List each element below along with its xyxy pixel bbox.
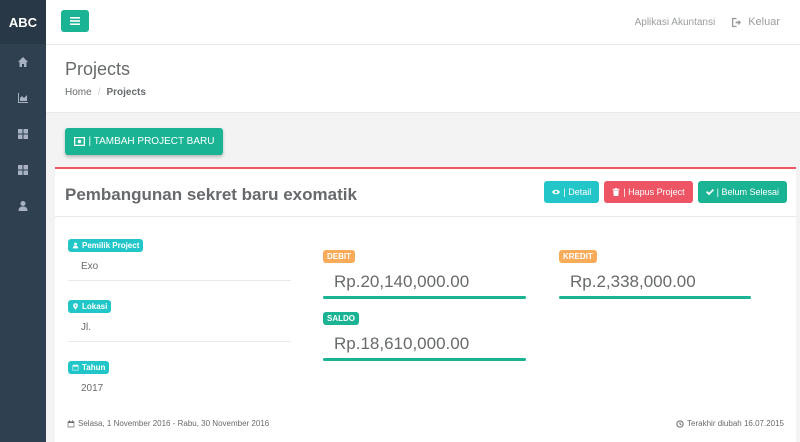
sidebar-item-chart[interactable]	[0, 80, 46, 116]
user-icon	[72, 242, 79, 249]
sidebar: ABC	[0, 0, 46, 442]
trash-icon	[612, 188, 620, 196]
owner-value: Exo	[81, 261, 99, 272]
credit-badge: KREDIT	[559, 250, 597, 263]
breadcrumb: Home / Projects	[65, 87, 800, 98]
debit-bar	[323, 296, 526, 299]
top-navbar: Aplikasi Akuntansi Keluar	[46, 0, 800, 45]
credit-bar	[559, 296, 751, 299]
sign-out-icon	[732, 17, 742, 27]
page-title: Projects	[65, 59, 131, 79]
credit-section: KREDIT Rp.2,338,000.00	[559, 246, 751, 299]
area-chart-icon	[18, 93, 28, 103]
detail-button[interactable]: | Detail	[544, 181, 600, 203]
calendar-icon	[67, 419, 75, 427]
home-icon	[18, 57, 28, 67]
location-label: Lokasi	[82, 302, 108, 311]
debit-amount: Rp.20,140,000.00	[334, 272, 470, 291]
debit-section: DEBIT Rp.20,140,000.00	[323, 246, 526, 299]
breadcrumb-separator: /	[97, 87, 101, 98]
money-icon	[73, 137, 85, 146]
divider	[68, 280, 291, 281]
year-label: Tahun	[82, 363, 106, 372]
project-period-text: Selasa, 1 November 2016 - Rabu, 30 Novem…	[78, 419, 270, 428]
owner-badge: Pemilik Project	[68, 239, 144, 252]
project-period: Selasa, 1 November 2016 - Rabu, 30 Novem…	[67, 419, 269, 428]
sidebar-item-home[interactable]	[0, 44, 46, 80]
eye-icon	[552, 189, 561, 195]
status-label: | Belum Selesai	[716, 187, 779, 197]
sidebar-item-grid-1[interactable]	[0, 116, 46, 152]
clock-icon	[676, 419, 684, 428]
last-modified: Terakhir diubah 16.07.2015	[676, 419, 784, 428]
th-large-icon	[18, 129, 28, 139]
owner-section: Pemilik Project Exo	[68, 236, 291, 272]
add-project-button[interactable]: | TAMBAH PROJECT BARU	[65, 128, 223, 155]
saldo-amount: Rp.18,610,000.00	[334, 334, 470, 353]
user-icon	[18, 201, 28, 211]
detail-label: | Detail	[563, 187, 592, 197]
app-name: Aplikasi Akuntansi	[634, 16, 716, 28]
breadcrumb-current: Projects	[106, 87, 146, 98]
logout-link[interactable]: Keluar	[731, 16, 780, 28]
th-large-icon	[18, 165, 28, 175]
year-section: Tahun 2017	[68, 358, 291, 394]
credit-amount: Rp.2,338,000.00	[570, 272, 696, 291]
location-badge: Lokasi	[68, 300, 112, 313]
year-badge: Tahun	[68, 361, 110, 374]
logout-label: Keluar	[748, 16, 780, 28]
saldo-badge: SALDO	[323, 312, 359, 325]
menu-toggle-button[interactable]	[61, 10, 89, 32]
check-icon	[705, 189, 714, 196]
sidebar-item-user[interactable]	[0, 188, 46, 224]
location-section: Lokasi Jl.	[68, 297, 291, 333]
breadcrumb-home[interactable]: Home	[65, 87, 92, 98]
project-title: Pembangunan sekret baru exomatik	[65, 185, 357, 204]
project-card: Pembangunan sekret baru exomatik | Detai…	[55, 167, 796, 442]
divider	[68, 341, 291, 342]
sidebar-item-grid-2[interactable]	[0, 152, 46, 188]
delete-project-label: | Hapus Project	[623, 187, 685, 197]
status-button[interactable]: | Belum Selesai	[697, 181, 787, 203]
menu-icon	[70, 17, 80, 25]
add-project-label: | TAMBAH PROJECT BARU	[88, 136, 215, 147]
saldo-section: SALDO Rp.18,610,000.00	[323, 308, 526, 361]
year-value: 2017	[81, 383, 104, 394]
delete-project-button[interactable]: | Hapus Project	[604, 181, 693, 203]
calendar-icon	[72, 364, 79, 371]
panel-divider	[55, 216, 796, 217]
owner-label: Pemilik Project	[82, 241, 140, 250]
brand-logo[interactable]: ABC	[0, 0, 46, 44]
last-modified-text: Terakhir diubah 16.07.2015	[687, 419, 784, 428]
debit-badge: DEBIT	[323, 250, 355, 263]
saldo-bar	[323, 358, 526, 361]
map-marker-icon	[73, 303, 78, 310]
location-value: Jl.	[81, 322, 91, 333]
page-heading: Projects Home / Projects	[46, 45, 800, 113]
